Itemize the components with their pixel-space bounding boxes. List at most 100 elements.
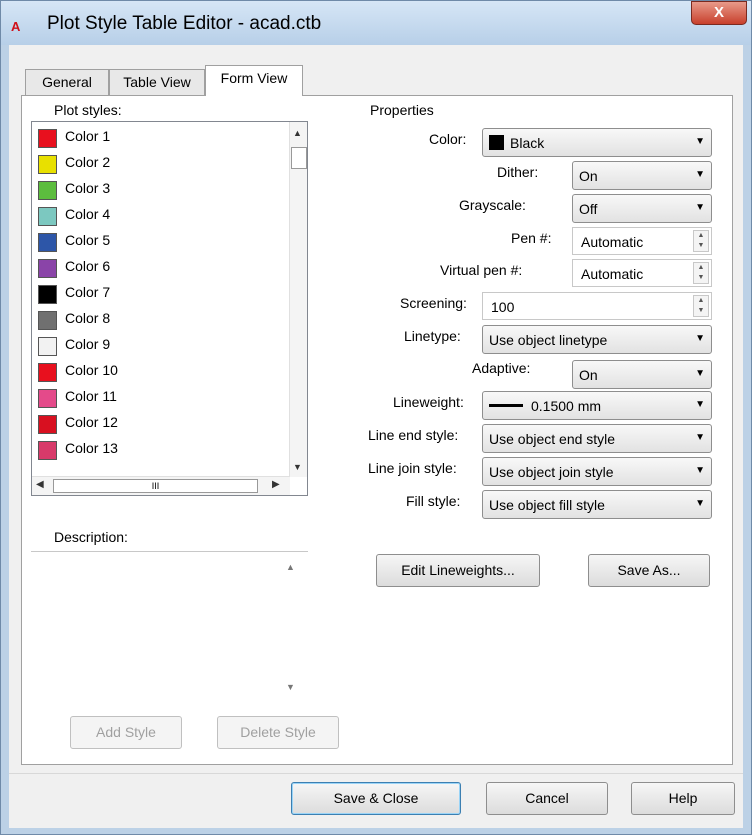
color-label: Color:	[429, 131, 467, 147]
edit-lineweights-button[interactable]: Edit Lineweights...	[376, 554, 540, 587]
plot-style-name: Color 4	[65, 206, 111, 222]
plot-style-item[interactable]: Color 8	[32, 308, 287, 334]
pen-number-spinner[interactable]: Automatic ▲ ▼	[572, 227, 712, 255]
description-scroll-down-icon: ▼	[286, 682, 295, 692]
plot-style-name: Color 7	[65, 284, 111, 300]
spin-up-down-icon[interactable]: ▲ ▼	[693, 295, 709, 317]
plot-style-color-swatch	[38, 129, 57, 148]
chevron-down-icon: ▼	[695, 333, 705, 344]
description-label: Description:	[54, 529, 128, 545]
linetype-label: Linetype:	[404, 328, 461, 344]
adaptive-label: Adaptive:	[472, 360, 531, 376]
spin-up-down-icon[interactable]: ▲ ▼	[693, 230, 709, 252]
plot-style-color-swatch	[38, 337, 57, 356]
window-title: Plot Style Table Editor - acad.ctb	[47, 13, 322, 34]
tab-table-view[interactable]: Table View	[109, 69, 205, 95]
dither-dropdown[interactable]: On ▼	[572, 161, 712, 190]
plot-style-name: Color 13	[65, 440, 118, 456]
plot-style-name: Color 1	[65, 128, 111, 144]
screening-label: Screening:	[400, 295, 467, 311]
chevron-down-icon: ▼	[695, 465, 705, 476]
save-as-button[interactable]: Save As...	[588, 554, 710, 587]
plot-style-name: Color 2	[65, 154, 111, 170]
plot-style-name: Color 10	[65, 362, 118, 378]
plot-style-color-swatch	[38, 363, 57, 382]
description-scroll-up-icon: ▲	[286, 562, 295, 572]
grayscale-dropdown[interactable]: Off ▼	[572, 194, 712, 223]
plot-style-item[interactable]: Color 11	[32, 386, 287, 412]
dialog-client-area: General Table View Form View Plot styles…	[9, 45, 743, 828]
plot-style-name: Color 6	[65, 258, 111, 274]
color-dropdown[interactable]: Black ▼	[482, 128, 712, 157]
scroll-right-arrow-icon[interactable]: ▶	[272, 479, 280, 490]
plot-style-color-swatch	[38, 155, 57, 174]
chevron-down-icon: ▼	[695, 399, 705, 410]
plot-style-name: Color 3	[65, 180, 111, 196]
plot-styles-horizontal-scrollbar[interactable]: ◀ III ▶	[32, 476, 290, 495]
scroll-left-arrow-icon[interactable]: ◀	[36, 479, 44, 490]
chevron-down-icon: ▼	[695, 202, 705, 213]
chevron-down-icon: ▼	[695, 136, 705, 147]
line-join-style-dropdown[interactable]: Use object join style ▼	[482, 457, 712, 486]
plot-style-item[interactable]: Color 3	[32, 178, 287, 204]
tab-general[interactable]: General	[25, 69, 109, 95]
line-join-style-label: Line join style:	[368, 460, 457, 476]
plot-style-item[interactable]: Color 1	[32, 126, 287, 152]
plot-style-name: Color 12	[65, 414, 118, 430]
plot-style-item[interactable]: Color 12	[32, 412, 287, 438]
adaptive-dropdown[interactable]: On ▼	[572, 360, 712, 389]
vertical-scroll-thumb[interactable]	[291, 147, 307, 169]
plot-style-color-swatch	[38, 259, 57, 278]
tab-form-view[interactable]: Form View	[205, 65, 303, 96]
scroll-up-arrow-icon[interactable]: ▲	[293, 128, 302, 138]
linetype-dropdown[interactable]: Use object linetype ▼	[482, 325, 712, 354]
description-field[interactable]: ▲ ▼	[31, 551, 308, 703]
plot-style-item[interactable]: Color 7	[32, 282, 287, 308]
plot-style-name: Color 8	[65, 310, 111, 326]
plot-style-color-swatch	[38, 441, 57, 460]
grayscale-label: Grayscale:	[459, 197, 526, 213]
fill-style-dropdown[interactable]: Use object fill style ▼	[482, 490, 712, 519]
color-swatch	[489, 135, 504, 150]
plot-style-item[interactable]: Color 2	[32, 152, 287, 178]
plot-style-color-swatch	[38, 311, 57, 330]
plot-style-name: Color 9	[65, 336, 111, 352]
spin-up-down-icon[interactable]: ▲ ▼	[693, 262, 709, 284]
line-end-style-dropdown[interactable]: Use object end style ▼	[482, 424, 712, 453]
lineweight-sample-line	[489, 404, 523, 407]
chevron-down-icon: ▼	[695, 169, 705, 180]
save-and-close-button[interactable]: Save & Close	[291, 782, 461, 815]
title-bar[interactable]: A Plot Style Table Editor - acad.ctb X	[1, 1, 751, 45]
add-style-button[interactable]: Add Style	[70, 716, 182, 749]
plot-style-color-swatch	[38, 389, 57, 408]
virtual-pen-label: Virtual pen #:	[440, 262, 523, 278]
plot-style-item[interactable]: Color 9	[32, 334, 287, 360]
plot-style-color-swatch	[38, 415, 57, 434]
plot-style-item[interactable]: Color 5	[32, 230, 287, 256]
plot-style-color-swatch	[38, 285, 57, 304]
delete-style-button[interactable]: Delete Style	[217, 716, 339, 749]
plot-styles-label: Plot styles:	[54, 102, 122, 118]
virtual-pen-spinner[interactable]: Automatic ▲ ▼	[572, 259, 712, 287]
help-button[interactable]: Help	[631, 782, 735, 815]
plot-style-color-swatch	[38, 207, 57, 226]
lineweight-label: Lineweight:	[393, 394, 464, 410]
screening-spinner[interactable]: 100 ▲ ▼	[482, 292, 712, 320]
plot-style-color-swatch	[38, 233, 57, 252]
plot-style-item[interactable]: Color 4	[32, 204, 287, 230]
plot-style-item[interactable]: Color 6	[32, 256, 287, 282]
chevron-down-icon: ▼	[695, 432, 705, 443]
plot-styles-list[interactable]: Color 1 Color 2 Color 3 Color 4 Color 5 Color…	[31, 121, 308, 496]
plot-styles-vertical-scrollbar[interactable]: ▲ ▼	[289, 122, 307, 477]
pen-number-label: Pen #:	[511, 230, 552, 246]
cancel-button[interactable]: Cancel	[486, 782, 608, 815]
scroll-down-arrow-icon[interactable]: ▼	[293, 462, 302, 472]
line-end-style-label: Line end style:	[368, 427, 459, 443]
close-button[interactable]: X	[691, 1, 747, 25]
chevron-down-icon: ▼	[695, 498, 705, 509]
plot-style-item[interactable]: Color 13	[32, 438, 287, 464]
plot-style-item[interactable]: Color 10	[32, 360, 287, 386]
horizontal-scroll-thumb[interactable]: III	[53, 479, 258, 493]
footer-divider	[9, 773, 743, 774]
lineweight-dropdown[interactable]: 0.1500 mm ▼	[482, 391, 712, 420]
